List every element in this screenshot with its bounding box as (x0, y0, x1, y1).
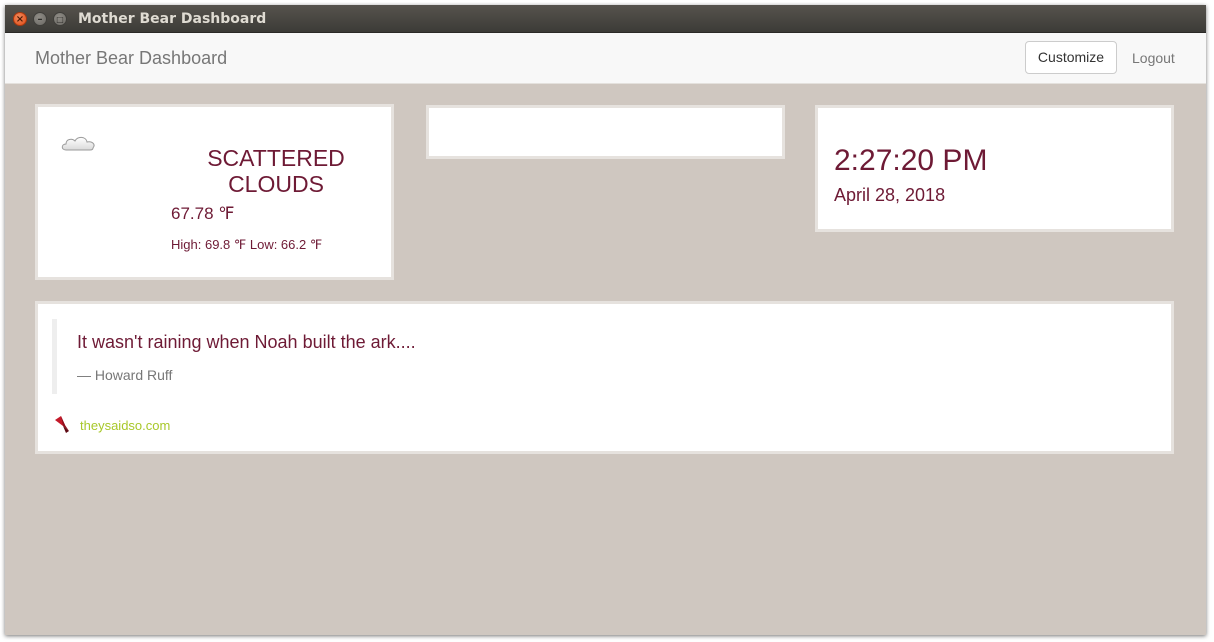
clock-panel: 2:27:20 PM April 28, 2018 (815, 105, 1174, 232)
source-link[interactable]: theysaidso.com (80, 418, 170, 433)
weather-temperature: 67.78 ℉ (171, 204, 235, 223)
clock-time: 2:27:20 PM (834, 144, 988, 177)
logout-link[interactable]: Logout (1132, 50, 1175, 66)
navbar: Mother Bear Dashboard Customize Logout (5, 33, 1206, 84)
clock-date: April 28, 2018 (834, 185, 946, 205)
window-close-button[interactable]: × (13, 12, 27, 26)
window-titlebar: × – □ Mother Bear Dashboard (5, 5, 1206, 33)
window-maximize-button[interactable]: □ (53, 12, 67, 26)
weather-panel: SCATTERED CLOUDS 67.78 ℉ High: 69.8 ℉ Lo… (35, 104, 394, 280)
cloud-icon (61, 136, 95, 151)
customize-button[interactable]: Customize (1025, 41, 1117, 74)
weather-condition: SCATTERED CLOUDS (207, 145, 345, 197)
weather-high-low: High: 69.8 ℉ Low: 66.2 ℉ (171, 237, 323, 252)
navbar-brand[interactable]: Mother Bear Dashboard (35, 48, 227, 69)
empty-panel (426, 105, 785, 159)
quote-text: It wasn't raining when Noah built the ar… (77, 332, 416, 352)
app-window: × – □ Mother Bear Dashboard Mother Bear … (5, 5, 1206, 635)
blockquote-border (52, 319, 57, 394)
window-minimize-button[interactable]: – (33, 12, 47, 26)
bookmark-icon (55, 416, 69, 433)
window-title: Mother Bear Dashboard (78, 11, 267, 27)
quote-panel: It wasn't raining when Noah built the ar… (35, 301, 1174, 454)
quote-author: — Howard Ruff (77, 367, 173, 383)
